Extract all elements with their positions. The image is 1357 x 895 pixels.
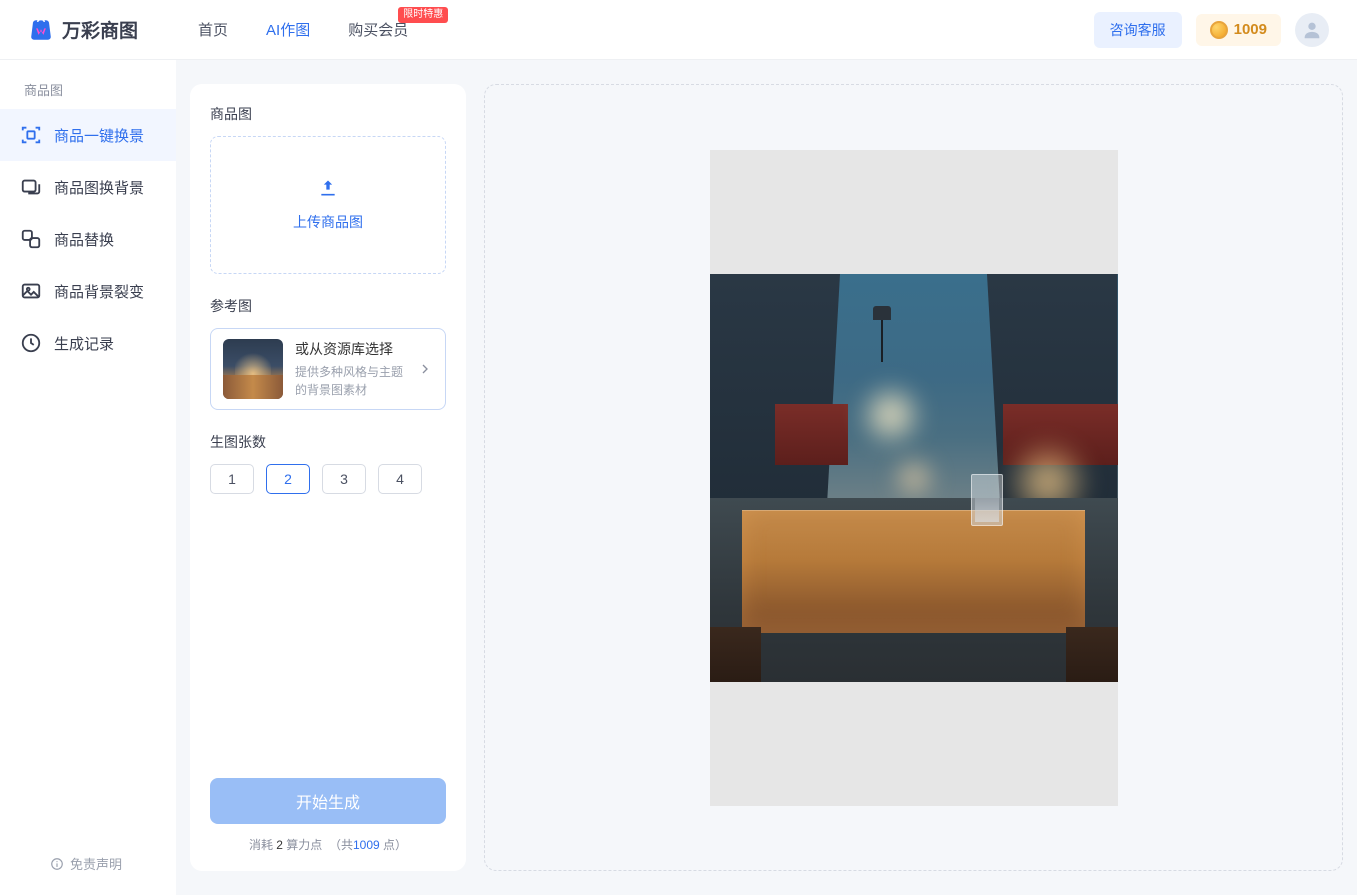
points-value: 1009 bbox=[1234, 21, 1267, 38]
sidebar-item-swap-bg[interactable]: 商品图换背景 bbox=[0, 161, 176, 213]
count-option-2[interactable]: 2 bbox=[266, 464, 310, 494]
control-panel: 商品图 上传商品图 参考图 或从资源库选择 提供多种风格与主题的背景图素材 生图… bbox=[190, 84, 466, 871]
sidebar-item-bg-variants[interactable]: 商品背景裂变 bbox=[0, 265, 176, 317]
info-icon bbox=[50, 857, 64, 871]
count-option-4[interactable]: 4 bbox=[378, 464, 422, 494]
nav-ai-draw[interactable]: AI作图 bbox=[266, 19, 310, 40]
reference-section-title: 参考图 bbox=[210, 296, 446, 316]
scan-icon bbox=[20, 124, 42, 146]
reference-preview-image bbox=[710, 274, 1118, 682]
disclaimer-link[interactable]: 免责声明 bbox=[50, 854, 122, 873]
replace-icon bbox=[20, 228, 42, 250]
app-header: 万彩商图 首页 AI作图 购买会员 限时特惠 咨询客服 1009 bbox=[0, 0, 1357, 60]
count-option-1[interactable]: 1 bbox=[210, 464, 254, 494]
gallery-icon bbox=[20, 280, 42, 302]
chevron-right-icon bbox=[417, 361, 433, 377]
sidebar-group-label: 商品图 bbox=[0, 80, 176, 109]
preview-canvas bbox=[710, 150, 1118, 806]
generate-button[interactable]: 开始生成 bbox=[210, 778, 446, 824]
preview-area bbox=[484, 84, 1343, 871]
reference-card-subtitle: 提供多种风格与主题的背景图素材 bbox=[295, 363, 405, 399]
cost-line: 消耗 2 算力点 （共1009 点） bbox=[210, 836, 446, 853]
sidebar-item-history[interactable]: 生成记录 bbox=[0, 317, 176, 369]
upload-section-title: 商品图 bbox=[210, 104, 446, 124]
count-option-3[interactable]: 3 bbox=[322, 464, 366, 494]
promo-badge: 限时特惠 bbox=[398, 7, 448, 23]
user-avatar[interactable] bbox=[1295, 13, 1329, 47]
header-right: 咨询客服 1009 bbox=[1094, 12, 1329, 48]
reference-thumbnail bbox=[223, 339, 283, 399]
sidebar: 商品图 商品一键换景 商品图换背景 商品替换 商品背景裂变 生成记录 免责声明 bbox=[0, 60, 176, 895]
upload-cta-text: 上传商品图 bbox=[293, 212, 363, 232]
logo-icon bbox=[28, 17, 54, 43]
nav-membership[interactable]: 购买会员 限时特惠 bbox=[348, 19, 408, 40]
upload-icon bbox=[318, 178, 338, 198]
nav-home[interactable]: 首页 bbox=[198, 19, 228, 40]
top-nav: 首页 AI作图 购买会员 限时特惠 bbox=[198, 19, 408, 40]
reference-library-card[interactable]: 或从资源库选择 提供多种风格与主题的背景图素材 bbox=[210, 328, 446, 410]
sidebar-item-replace-product[interactable]: 商品替换 bbox=[0, 213, 176, 265]
brand-logo[interactable]: 万彩商图 bbox=[28, 16, 138, 43]
count-section-title: 生图张数 bbox=[210, 432, 446, 452]
reference-card-title: 或从资源库选择 bbox=[295, 339, 405, 359]
points-balance[interactable]: 1009 bbox=[1196, 14, 1281, 46]
avatar-icon bbox=[1301, 19, 1323, 41]
upload-product-area[interactable]: 上传商品图 bbox=[210, 136, 446, 274]
contact-support-button[interactable]: 咨询客服 bbox=[1094, 12, 1182, 48]
coin-icon bbox=[1210, 21, 1228, 39]
sidebar-item-one-click-bg[interactable]: 商品一键换景 bbox=[0, 109, 176, 161]
image-swap-icon bbox=[20, 176, 42, 198]
history-icon bbox=[20, 332, 42, 354]
brand-text: 万彩商图 bbox=[62, 16, 138, 43]
count-options: 1 2 3 4 bbox=[210, 464, 446, 494]
